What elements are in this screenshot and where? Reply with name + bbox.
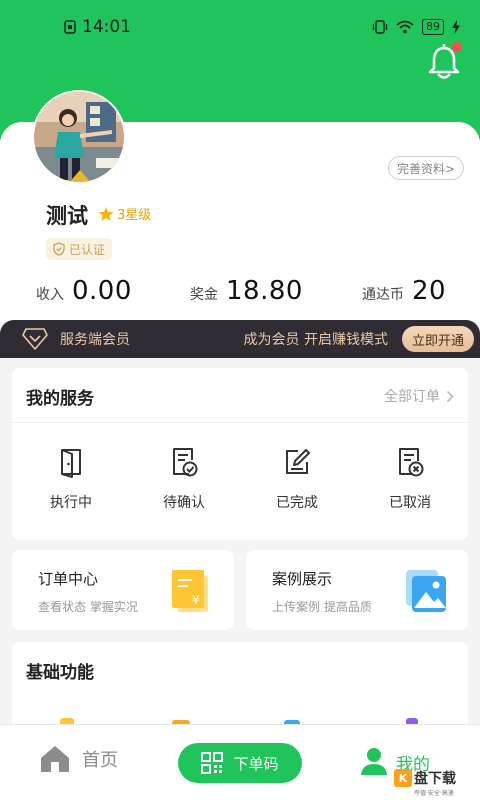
home-icon — [41, 746, 69, 772]
star-icon — [98, 206, 114, 221]
order-center-title: 订单中心 — [38, 570, 99, 588]
service-executing[interactable]: 执行中 — [26, 446, 116, 512]
cancelled-icon — [399, 448, 424, 477]
executing-icon — [61, 449, 81, 478]
case-show-title: 案例展示 — [272, 570, 333, 588]
watermark-main: K 盘下载 — [394, 768, 456, 788]
watermark-brand: 盘下载 — [414, 771, 456, 787]
svg-text:¥: ¥ — [192, 593, 200, 607]
pending-confirm-icon — [173, 448, 198, 477]
battery-indicator: 89 — [422, 19, 444, 35]
order-center-subtitle: 查看状态 掌握实况 — [38, 600, 138, 614]
avatar[interactable] — [32, 90, 126, 184]
service-label: 执行中 — [50, 495, 92, 511]
star-level: 3星级 — [98, 204, 151, 223]
complete-profile-button[interactable]: 完善资料> — [388, 156, 464, 180]
tab-home[interactable]: 首页 — [40, 745, 118, 773]
diamond-icon — [22, 328, 48, 350]
services-title: 我的服务 — [26, 389, 94, 409]
order-code-label: 下单码 — [233, 754, 279, 773]
qr-code-icon — [201, 752, 224, 774]
stat-coins[interactable]: 通达币 20 — [362, 276, 446, 306]
service-completed[interactable]: 已完成 — [252, 446, 342, 512]
notification-card-icon — [64, 20, 76, 34]
order-center-card[interactable]: 订单中心 查看状态 掌握实况 ¥ — [12, 550, 234, 630]
shield-icon — [53, 242, 65, 256]
watermark-tagline: 夸值·安全·高速 — [414, 790, 454, 797]
verified-badge: 已认证 — [46, 238, 113, 260]
stat-bonus[interactable]: 奖金 18.80 — [190, 276, 303, 306]
status-time: 14:01 — [82, 17, 131, 37]
service-pending[interactable]: 待确认 — [139, 446, 229, 512]
service-label: 待确认 — [163, 495, 205, 511]
charging-icon — [452, 20, 460, 34]
document-yen-icon: ¥ — [172, 570, 208, 612]
completed-icon — [286, 449, 310, 474]
chevron-right-icon — [446, 390, 454, 402]
vip-slogan: 成为会员 开启赚钱模式 — [243, 332, 388, 348]
picture-icon — [406, 570, 446, 612]
vip-open-button[interactable]: 立即开通 — [401, 326, 474, 352]
all-orders-link[interactable]: 全部订单 — [384, 386, 454, 406]
service-cancelled[interactable]: 已取消 — [365, 446, 455, 512]
username: 测试 — [46, 204, 88, 228]
wifi-icon — [396, 20, 414, 34]
status-bar: 14:01 89 — [0, 0, 480, 54]
status-right: 89 — [372, 19, 460, 35]
service-label: 已取消 — [389, 495, 431, 511]
stat-value: 20 — [412, 276, 447, 306]
basic-functions-title: 基础功能 — [26, 663, 94, 683]
notification-dot — [452, 42, 462, 52]
case-show-subtitle: 上传案例 提高品质 — [272, 600, 372, 614]
stat-label: 通达币 — [362, 287, 404, 303]
stat-income[interactable]: 收入 0.00 — [36, 276, 132, 306]
stat-value: 18.80 — [226, 276, 303, 306]
verified-label: 已认证 — [69, 242, 106, 257]
vip-title: 服务端会员 — [60, 332, 130, 348]
case-show-card[interactable]: 案例展示 上传案例 提高品质 — [246, 550, 468, 630]
vip-banner: 服务端会员 成为会员 开启赚钱模式 立即开通 — [0, 320, 480, 358]
avatar-image — [34, 92, 124, 182]
stat-label: 收入 — [36, 287, 64, 303]
order-code-button[interactable]: 下单码 — [178, 743, 302, 783]
stat-label: 奖金 — [190, 287, 218, 303]
watermark-logo: K 盘下载 夸值·安全·高速 — [394, 768, 480, 798]
service-label: 已完成 — [276, 495, 318, 511]
star-level-label: 3星级 — [117, 208, 152, 223]
tab-home-label: 首页 — [82, 750, 118, 771]
user-icon — [361, 748, 387, 775]
watermark-k-icon: K — [394, 769, 412, 787]
stat-value: 0.00 — [72, 276, 132, 306]
status-left: 14:01 — [64, 17, 131, 37]
divider — [12, 422, 468, 423]
all-orders-label: 全部订单 — [384, 389, 440, 405]
my-services-card: 我的服务 全部订单 执行中 待确认 已完成 已取消 — [12, 368, 468, 540]
vibrate-icon — [372, 20, 388, 34]
